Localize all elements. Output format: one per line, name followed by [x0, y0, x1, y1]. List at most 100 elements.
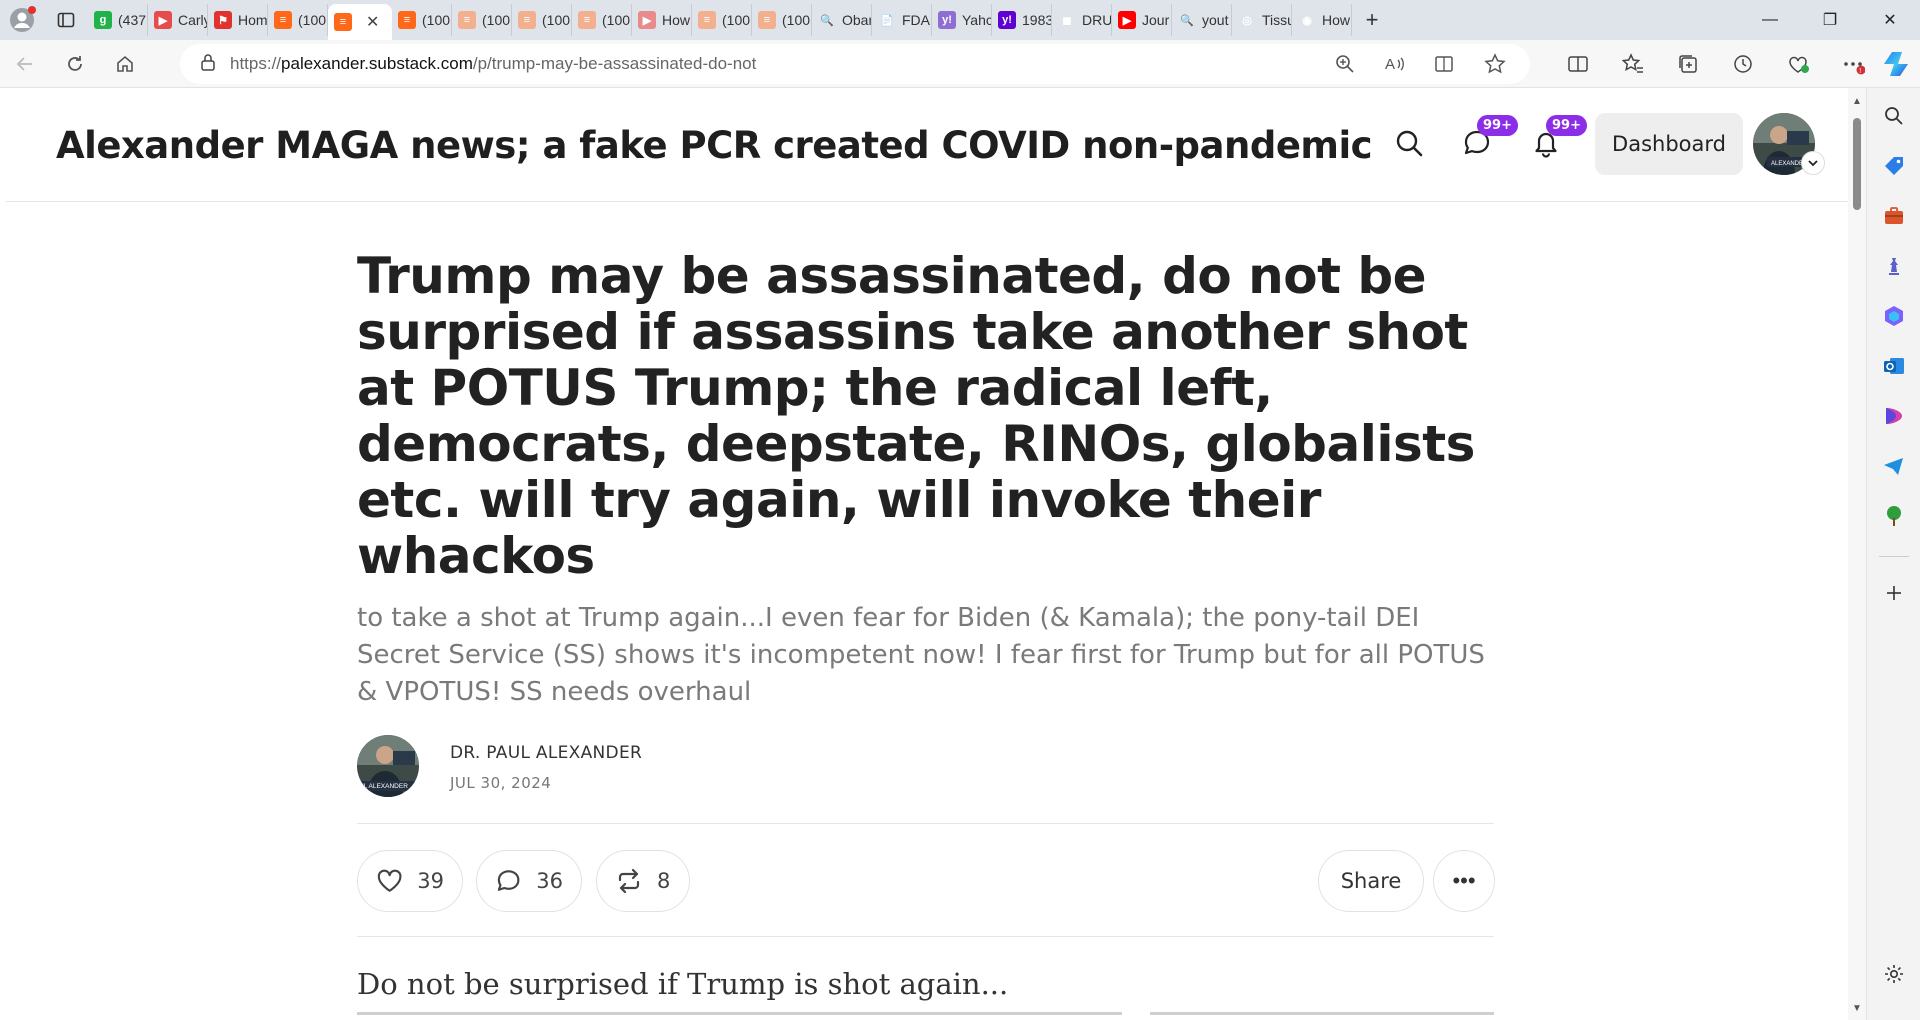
address-bar[interactable]: https://palexander.substack.com/p/trump-…	[180, 44, 1530, 84]
browser-tab-strip: g (437 ▶ Carly ⚑ Hom ≡ (100 ≡ ✕ ≡ (100 ≡ (100 ≡ (100 ≡ (1…	[0, 0, 1920, 40]
browser-tab[interactable]: g (437	[88, 4, 148, 36]
copilot-icon[interactable]	[1882, 48, 1914, 80]
page-scrollbar[interactable]: ▲ ▼	[1848, 88, 1866, 1020]
svg-text:A: A	[1385, 56, 1395, 73]
tab-favicon-icon: y!	[998, 11, 1016, 29]
immersive-reader-icon[interactable]	[1420, 54, 1470, 74]
scrollbar-thumb[interactable]	[1853, 118, 1861, 210]
notifications-button[interactable]: 99+	[1524, 115, 1587, 165]
browser-tab[interactable]: ▶ Jour	[1112, 4, 1172, 36]
browser-tab[interactable]: ▶ Carly	[148, 4, 208, 36]
content-divider	[357, 1012, 1494, 1016]
publication-title[interactable]: Alexander MAGA news; a fake PCR created …	[56, 124, 1373, 167]
lock-icon[interactable]	[200, 53, 216, 76]
browser-tab[interactable]: ≡ ✕	[328, 4, 392, 40]
tab-favicon-icon: ≡	[398, 11, 416, 29]
tab-label: Tissu	[1262, 12, 1292, 28]
collections-icon[interactable]	[1660, 53, 1715, 75]
browser-tab[interactable]: ≡ (100	[752, 4, 812, 36]
gear-icon[interactable]	[1880, 960, 1908, 988]
browser-tab[interactable]: ◼ DRU	[1052, 4, 1112, 36]
tab-favicon-icon: ▶	[638, 11, 656, 29]
profile-icon[interactable]	[0, 0, 44, 40]
browser-tab[interactable]: ≡ (100	[392, 4, 452, 36]
scroll-up-arrow-icon[interactable]: ▲	[1852, 96, 1862, 107]
sidebar-search-icon[interactable]	[1880, 102, 1908, 130]
refresh-button[interactable]	[50, 40, 100, 88]
tab-label: Obar	[842, 12, 872, 28]
post-title: Trump may be assassinated, do not be sur…	[357, 247, 1475, 585]
dashboard-button[interactable]: Dashboard	[1595, 113, 1743, 175]
more-options-button[interactable]: •••	[1433, 850, 1495, 912]
tab-label: (437	[118, 12, 147, 28]
home-button[interactable]	[100, 40, 150, 88]
split-screen-icon[interactable]	[1550, 54, 1605, 74]
copilot-sidebar-icon[interactable]	[1880, 302, 1908, 330]
tab-favicon-icon: ◼	[1058, 11, 1076, 29]
divider	[357, 936, 1494, 937]
send-telegram-icon[interactable]	[1880, 452, 1908, 480]
tab-favicon-icon: ◉	[1298, 11, 1316, 29]
author-avatar[interactable]: UL ALEXANDER	[357, 735, 419, 797]
browser-tab[interactable]: ◉ How	[1292, 4, 1352, 36]
new-tab-button[interactable]: +	[1352, 0, 1392, 40]
shopping-tag-icon[interactable]	[1880, 152, 1908, 180]
browser-tab[interactable]: 🔍 Obar	[812, 4, 872, 36]
history-icon[interactable]	[1715, 53, 1770, 75]
tab-label: Hom	[238, 12, 268, 28]
browser-tab[interactable]: 🔍 yout	[1172, 4, 1232, 36]
tools-briefcase-icon[interactable]	[1880, 202, 1908, 230]
browser-tab[interactable]: ≡ (100	[572, 4, 632, 36]
search-button[interactable]	[1387, 121, 1431, 165]
svg-text:!: !	[1859, 68, 1861, 75]
author-name[interactable]: DR. PAUL ALEXANDER	[450, 743, 642, 763]
read-aloud-icon[interactable]: A	[1370, 54, 1420, 74]
site-header: Alexander MAGA news; a fake PCR created …	[6, 88, 1848, 202]
tab-label: (100	[298, 12, 327, 28]
outlook-icon[interactable]	[1880, 352, 1908, 380]
chat-button[interactable]: 99+	[1455, 115, 1518, 165]
zoom-icon[interactable]	[1320, 54, 1370, 74]
settings-more-icon[interactable]: !	[1825, 53, 1880, 75]
like-button[interactable]: 39	[357, 850, 463, 912]
tree-app-icon[interactable]	[1880, 502, 1908, 530]
browser-toolbar: https://palexander.substack.com/p/trump-…	[0, 40, 1920, 88]
url-text[interactable]: https://palexander.substack.com/p/trump-…	[230, 54, 756, 74]
browser-tab[interactable]: y! 1983	[992, 4, 1052, 36]
byline: UL ALEXANDER DR. PAUL ALEXANDER JUL 30, …	[357, 735, 1494, 801]
games-chess-icon[interactable]	[1880, 252, 1908, 280]
tab-label: Carly	[178, 12, 208, 28]
chevron-down-icon[interactable]	[1801, 151, 1825, 175]
tab-label: (100	[782, 12, 811, 28]
post-actions: 39 36 8 Share •••	[357, 824, 1495, 936]
tab-label: 1983	[1022, 12, 1052, 28]
browser-essentials-icon[interactable]	[1770, 53, 1825, 75]
favorite-star-icon[interactable]	[1470, 53, 1520, 75]
scroll-down-arrow-icon[interactable]: ▼	[1852, 1003, 1862, 1014]
browser-tab[interactable]: ⚑ Hom	[208, 4, 268, 36]
browser-tab[interactable]: ▶ How	[632, 4, 692, 36]
favorites-icon[interactable]	[1605, 53, 1660, 75]
maximize-button[interactable]: ❐	[1800, 0, 1860, 40]
restack-button[interactable]: 8	[596, 850, 690, 912]
comment-button[interactable]: 36	[476, 850, 582, 912]
tab-actions-icon[interactable]	[44, 0, 88, 40]
restack-count: 8	[657, 869, 671, 893]
browser-tab[interactable]: 📄 FDA	[872, 4, 932, 36]
back-button[interactable]	[0, 40, 50, 88]
browser-tab[interactable]: y! Yahc	[932, 4, 992, 36]
close-tab-icon[interactable]: ✕	[366, 12, 379, 32]
browser-tab[interactable]: ≡ (100	[268, 4, 328, 36]
browser-tab[interactable]: ≡ (100	[512, 4, 572, 36]
close-window-button[interactable]: ✕	[1860, 0, 1920, 40]
chat-count-badge: 99+	[1477, 115, 1518, 136]
browser-tab[interactable]: ≡ (100	[452, 4, 512, 36]
minimize-button[interactable]: —	[1740, 0, 1800, 40]
designer-icon[interactable]	[1880, 402, 1908, 430]
share-button[interactable]: Share	[1318, 850, 1424, 912]
browser-tab[interactable]: ≡ (100	[692, 4, 752, 36]
browser-tab[interactable]: ◎ Tissu	[1232, 4, 1292, 36]
add-sidebar-app-icon[interactable]	[1880, 579, 1908, 607]
web-page: Alexander MAGA news; a fake PCR created …	[6, 88, 1848, 1020]
tab-label: (100	[722, 12, 751, 28]
